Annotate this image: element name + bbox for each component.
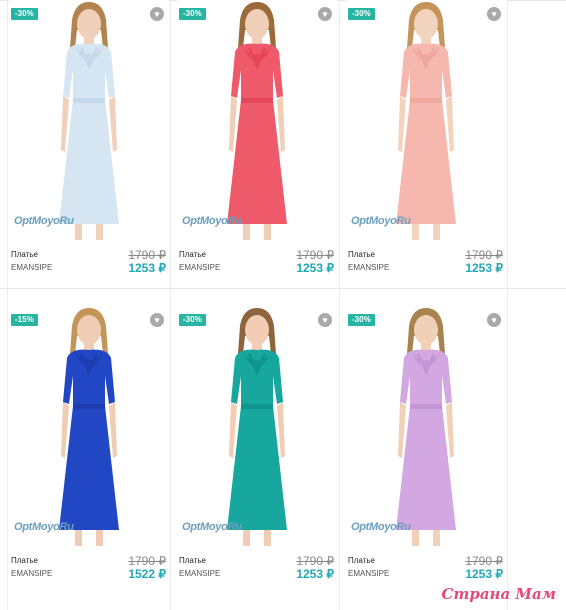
product-card[interactable]: -30% ♥ OptMoyoRu Платье EMANSIPE 1790 ₽ … [176, 0, 337, 282]
product-photo[interactable] [177, 0, 337, 242]
product-photo[interactable] [177, 306, 337, 548]
grid-divider-v2 [170, 0, 171, 610]
dress-model-illustration [396, 2, 456, 240]
dress-model-illustration [227, 308, 287, 546]
grid-divider-v3 [339, 0, 340, 610]
new-price: 1253 ₽ [465, 261, 503, 275]
product-brand: EMANSIPE [179, 263, 221, 272]
product-brand: EMANSIPE [179, 569, 221, 578]
product-name[interactable]: Платье [179, 556, 206, 565]
heart-icon[interactable]: ♥ [150, 313, 164, 327]
shop-logo: OptMoyoRu [182, 215, 242, 227]
product-photo[interactable] [346, 0, 506, 242]
grid-divider-middle [0, 288, 566, 289]
product-photo[interactable] [9, 306, 169, 548]
grid-divider-v4 [507, 0, 508, 610]
heart-icon[interactable]: ♥ [318, 7, 332, 21]
product-name[interactable]: Платье [348, 556, 375, 565]
shop-logo: OptMoyoRu [351, 215, 411, 227]
discount-badge: -30% [11, 8, 38, 20]
heart-icon[interactable]: ♥ [487, 7, 501, 21]
heart-icon[interactable]: ♥ [487, 313, 501, 327]
product-brand: EMANSIPE [348, 263, 390, 272]
new-price: 1253 ₽ [465, 567, 503, 581]
discount-badge: -30% [179, 8, 206, 20]
new-price: 1253 ₽ [296, 567, 334, 581]
old-price: 1790 ₽ [128, 248, 166, 262]
discount-badge: -30% [179, 314, 206, 326]
shop-logo: OptMoyoRu [14, 521, 74, 533]
shop-logo: OptMoyoRu [351, 521, 411, 533]
new-price: 1522 ₽ [128, 567, 166, 581]
product-photo[interactable] [346, 306, 506, 548]
product-brand: EMANSIPE [11, 263, 53, 272]
discount-badge: -30% [348, 314, 375, 326]
old-price: 1790 ₽ [296, 554, 334, 568]
shop-logo: OptMoyoRu [182, 521, 242, 533]
product-brand: EMANSIPE [11, 569, 53, 578]
old-price: 1790 ₽ [465, 248, 503, 262]
shop-logo: OptMoyoRu [14, 215, 74, 227]
product-card[interactable]: -30% ♥ OptMoyoRu Платье EMANSIPE 1790 ₽ … [345, 0, 506, 282]
product-name[interactable]: Платье [348, 250, 375, 259]
product-card[interactable]: -30% ♥ OptMoyoRu Платье EMANSIPE 1790 ₽ … [345, 306, 506, 588]
new-price: 1253 ₽ [128, 261, 166, 275]
discount-badge: -30% [348, 8, 375, 20]
watermark-text: Страна Мам [441, 585, 556, 603]
old-price: 1790 ₽ [296, 248, 334, 262]
new-price: 1253 ₽ [296, 261, 334, 275]
dress-model-illustration [227, 2, 287, 240]
product-name[interactable]: Платье [179, 250, 206, 259]
product-name[interactable]: Платье [11, 250, 38, 259]
heart-icon[interactable]: ♥ [318, 313, 332, 327]
product-photo[interactable] [9, 0, 169, 242]
dress-model-illustration [59, 308, 119, 546]
product-name[interactable]: Платье [11, 556, 38, 565]
old-price: 1790 ₽ [465, 554, 503, 568]
product-card[interactable]: -15% ♥ OptMoyoRu Платье EMANSIPE 1790 ₽ … [8, 306, 169, 588]
heart-icon[interactable]: ♥ [150, 7, 164, 21]
product-brand: EMANSIPE [348, 569, 390, 578]
dress-model-illustration [396, 308, 456, 546]
product-card[interactable]: -30% ♥ OptMoyoRu Платье EMANSIPE 1790 ₽ … [8, 0, 169, 282]
discount-badge: -15% [11, 314, 38, 326]
old-price: 1790 ₽ [128, 554, 166, 568]
dress-model-illustration [59, 2, 119, 240]
product-card[interactable]: -30% ♥ OptMoyoRu Платье EMANSIPE 1790 ₽ … [176, 306, 337, 588]
